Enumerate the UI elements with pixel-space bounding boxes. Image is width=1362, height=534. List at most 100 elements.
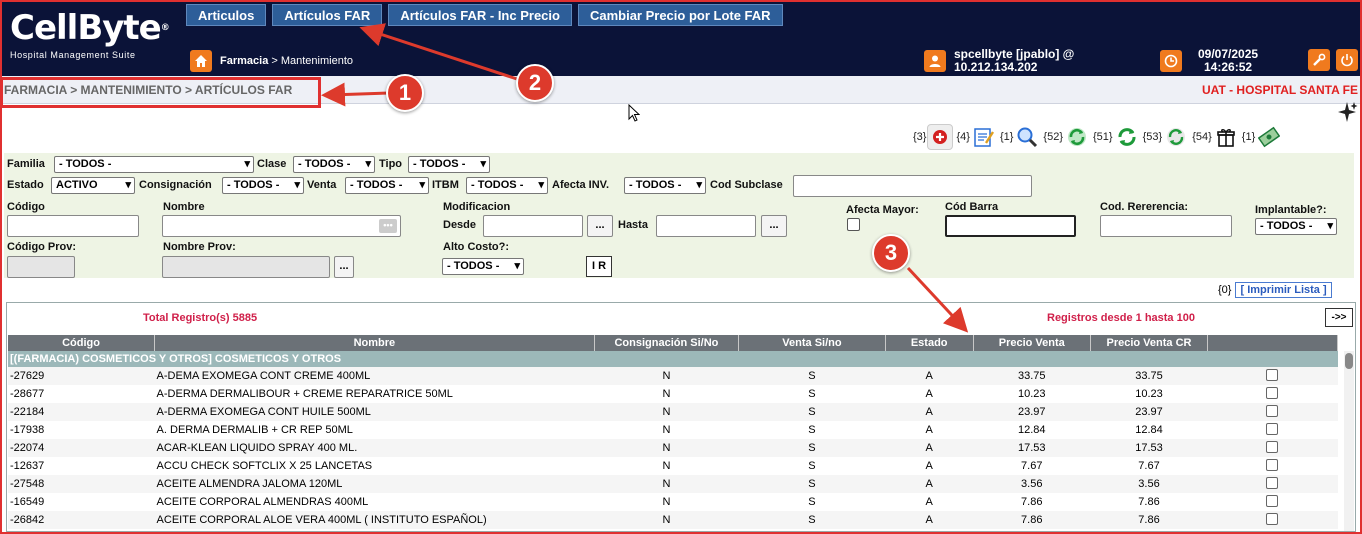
afecta-inv-select[interactable]: - TODOS - bbox=[624, 177, 706, 194]
desde-picker-button[interactable]: ... bbox=[587, 215, 613, 237]
toolbar-count: {53} bbox=[1142, 131, 1163, 143]
venta-label: Venta bbox=[307, 179, 337, 191]
col-venta[interactable]: Venta Si/no bbox=[738, 335, 886, 351]
implantable-select[interactable]: - TODOS - bbox=[1255, 218, 1337, 235]
cell-venta: S bbox=[808, 424, 816, 436]
row-checkbox[interactable] bbox=[1265, 459, 1278, 471]
cell-consignacion: N bbox=[594, 511, 739, 529]
nombre-prov-input[interactable] bbox=[162, 256, 330, 278]
cell-precio-venta-cr: 3.56 bbox=[1090, 475, 1208, 493]
tab-articulos-far-inc-precio[interactable]: Artículos FAR - Inc Precio bbox=[388, 4, 572, 26]
desde-date-input[interactable] bbox=[483, 215, 583, 237]
row-checkbox[interactable] bbox=[1265, 387, 1278, 399]
row-checkbox[interactable] bbox=[1265, 477, 1278, 489]
more-options-icon[interactable]: ••• bbox=[379, 219, 397, 233]
col-codigo[interactable]: Código bbox=[8, 335, 156, 351]
refresh-green-icon[interactable] bbox=[1114, 124, 1140, 150]
vertical-scrollbar[interactable] bbox=[1344, 351, 1354, 531]
tab-cambiar-precio-lote[interactable]: Cambiar Precio por Lote FAR bbox=[577, 4, 783, 26]
search-icon[interactable] bbox=[1014, 124, 1040, 150]
cod-barra-input[interactable] bbox=[945, 215, 1076, 237]
codigo-prov-input[interactable] bbox=[7, 256, 75, 278]
col-precio-venta[interactable]: Precio Venta bbox=[973, 335, 1091, 351]
power-icon[interactable] bbox=[1336, 49, 1358, 71]
money-icon[interactable] bbox=[1256, 124, 1282, 150]
gift-icon[interactable] bbox=[1213, 124, 1239, 150]
next-page-button[interactable]: ->> bbox=[1325, 308, 1353, 327]
toolbar-count: {52} bbox=[1043, 131, 1063, 143]
clase-select[interactable]: - TODOS - bbox=[293, 156, 375, 173]
scrollbar-thumb[interactable] bbox=[1345, 353, 1353, 369]
estado-select[interactable]: ACTIVO bbox=[51, 177, 135, 194]
col-precio-venta-cr[interactable]: Precio Venta CR bbox=[1090, 335, 1209, 351]
row-checkbox[interactable] bbox=[1265, 513, 1278, 525]
row-checkbox[interactable] bbox=[1265, 369, 1278, 381]
ir-button[interactable]: I R bbox=[586, 256, 612, 277]
consignacion-select[interactable]: - TODOS - bbox=[222, 177, 304, 194]
cell-consignacion: N bbox=[594, 439, 739, 457]
mouse-cursor-icon bbox=[628, 103, 641, 125]
table-row[interactable]: -27629 A-DEMA EXOMEGA CONT CREME 400ML N S A… bbox=[8, 367, 1338, 385]
cell-precio-venta-cr: 17.53 bbox=[1090, 439, 1208, 457]
row-checkbox[interactable] bbox=[1265, 405, 1278, 417]
cod-referencia-input[interactable] bbox=[1100, 215, 1232, 237]
table-row[interactable]: -22074 ACAR-KLEAN LIQUIDO SPRAY 400 ML. N S… bbox=[8, 439, 1338, 457]
tab-articulos-far[interactable]: Artículos FAR bbox=[272, 4, 383, 26]
annotation-badge-1: 1 bbox=[386, 74, 424, 112]
col-consignacion[interactable]: Consignación Si/No bbox=[594, 335, 740, 351]
cell-estado: A bbox=[925, 424, 933, 436]
cell-select bbox=[1207, 367, 1338, 385]
table-row[interactable]: -22184 A-DERMA EXOMEGA CONT HUILE 500ML N S… bbox=[8, 403, 1338, 421]
venta-select[interactable]: - TODOS - bbox=[345, 177, 429, 194]
refresh-cycle-icon[interactable] bbox=[1163, 124, 1189, 150]
nombre-label: Nombre bbox=[163, 201, 205, 213]
datetime-info: 09/07/2025 14:26:52 bbox=[1160, 48, 1258, 74]
cell-consignacion: N bbox=[662, 496, 671, 508]
user-icon[interactable] bbox=[924, 50, 946, 72]
print-list-link[interactable]: [ Imprimir Lista ] bbox=[1235, 282, 1332, 298]
table-row[interactable]: -17938 A. DERMA DERMALIB + CR REP 50ML N S A… bbox=[8, 421, 1338, 439]
refresh-green-icon[interactable] bbox=[1064, 124, 1090, 150]
cell-precio-venta-cr: 33.75 bbox=[1090, 367, 1208, 385]
table-row[interactable]: -26842 ACEITE CORPORAL ALOE VERA 400ML ( … bbox=[8, 511, 1338, 529]
home-icon[interactable] bbox=[190, 50, 212, 72]
row-checkbox[interactable] bbox=[1265, 495, 1278, 507]
cell-codigo: -22074 bbox=[8, 439, 155, 457]
hasta-date-input[interactable] bbox=[656, 215, 756, 237]
nombre-prov-picker-button[interactable]: ... bbox=[334, 256, 354, 278]
row-checkbox[interactable] bbox=[1265, 441, 1278, 453]
cell-venta: S bbox=[808, 388, 816, 400]
row-checkbox[interactable] bbox=[1265, 423, 1278, 435]
table-row[interactable]: -16549 ACEITE CORPORAL ALMENDRAS 400ML N S A… bbox=[8, 493, 1338, 511]
sparkle-icon[interactable] bbox=[1336, 100, 1358, 127]
nombre-input[interactable]: ••• bbox=[162, 215, 401, 237]
cod-subclase-input[interactable] bbox=[793, 175, 1032, 197]
cell-codigo: -28677 bbox=[10, 388, 45, 400]
col-nombre[interactable]: Nombre bbox=[154, 335, 595, 351]
cell-precio-venta-cr: 10.23 bbox=[1135, 388, 1163, 400]
toolbar-count: {54} bbox=[1192, 131, 1212, 143]
afecta-mayor-label: Afecta Mayor: bbox=[846, 204, 919, 216]
col-estado[interactable]: Estado bbox=[885, 335, 974, 351]
hasta-picker-button[interactable]: ... bbox=[761, 215, 787, 237]
itbm-select[interactable]: - TODOS - bbox=[466, 177, 548, 194]
familia-select[interactable]: - TODOS - bbox=[54, 156, 254, 173]
wrench-icon[interactable] bbox=[1308, 49, 1330, 71]
cod-barra-label: Cód Barra bbox=[945, 201, 999, 213]
cell-nombre: ACAR-KLEAN LIQUIDO SPRAY 400 ML. bbox=[154, 439, 595, 457]
add-icon[interactable] bbox=[927, 124, 954, 150]
crumb-farmacia[interactable]: Farmacia bbox=[220, 55, 268, 67]
toolbar-count: {1} bbox=[1241, 131, 1256, 143]
table-row[interactable]: -12637 ACCU CHECK SOFTCLIX X 25 LANCETAS N… bbox=[8, 457, 1338, 475]
alto-costo-select[interactable]: - TODOS - bbox=[442, 258, 524, 275]
afecta-mayor-checkbox[interactable] bbox=[847, 218, 860, 231]
tipo-select[interactable]: - TODOS - bbox=[408, 156, 490, 173]
codigo-input[interactable] bbox=[7, 215, 139, 237]
cellbyte-logo[interactable]: CellByte® Hospital Management Suite bbox=[10, 8, 170, 68]
table-row[interactable]: -28677 A-DERMA DERMALIBOUR + CREME REPARA… bbox=[8, 385, 1338, 403]
cell-consignacion: N bbox=[662, 460, 671, 472]
table-row[interactable]: -27548 ACEITE ALMENDRA JALOMA 120ML N S A 3.5… bbox=[8, 475, 1338, 493]
cell-venta: S bbox=[738, 403, 886, 421]
tab-articulos[interactable]: Articulos bbox=[186, 4, 267, 26]
edit-form-icon[interactable] bbox=[971, 124, 997, 150]
